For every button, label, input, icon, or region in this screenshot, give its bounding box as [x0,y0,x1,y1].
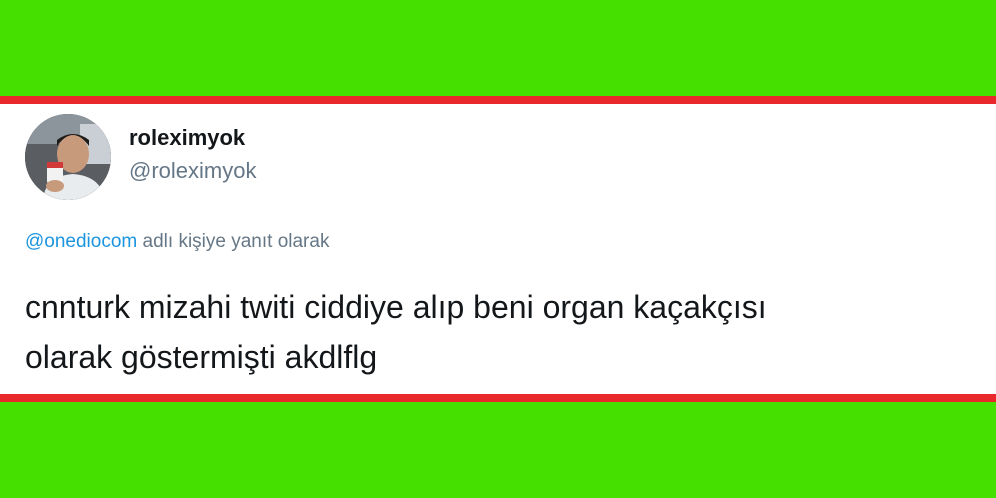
tweet-text-line-2: olarak göstermişti akdlflg [25,339,378,375]
tweet-card: roleximyok @roleximyok @onediocom adlı k… [0,104,996,394]
bottom-green-band [0,402,996,498]
avatar-photo-icon [25,114,111,200]
reply-mention-link[interactable]: @onediocom [25,231,137,252]
display-name[interactable]: roleximyok [129,125,245,151]
user-handle[interactable]: @roleximyok [129,158,256,184]
top-green-band [0,0,996,96]
tweet-text-line-1: cnnturk mizahi twiti ciddiye alıp beni o… [25,289,767,325]
reply-context: @onediocom adlı kişiye yanıt olarak [25,231,329,253]
user-avatar[interactable] [25,114,111,200]
reply-context-label: adlı kişiye yanıt olarak [137,231,330,252]
bottom-red-rule [0,394,996,402]
top-red-rule [0,96,996,104]
tweet-text: cnnturk mizahi twiti ciddiye alıp beni o… [25,282,925,382]
